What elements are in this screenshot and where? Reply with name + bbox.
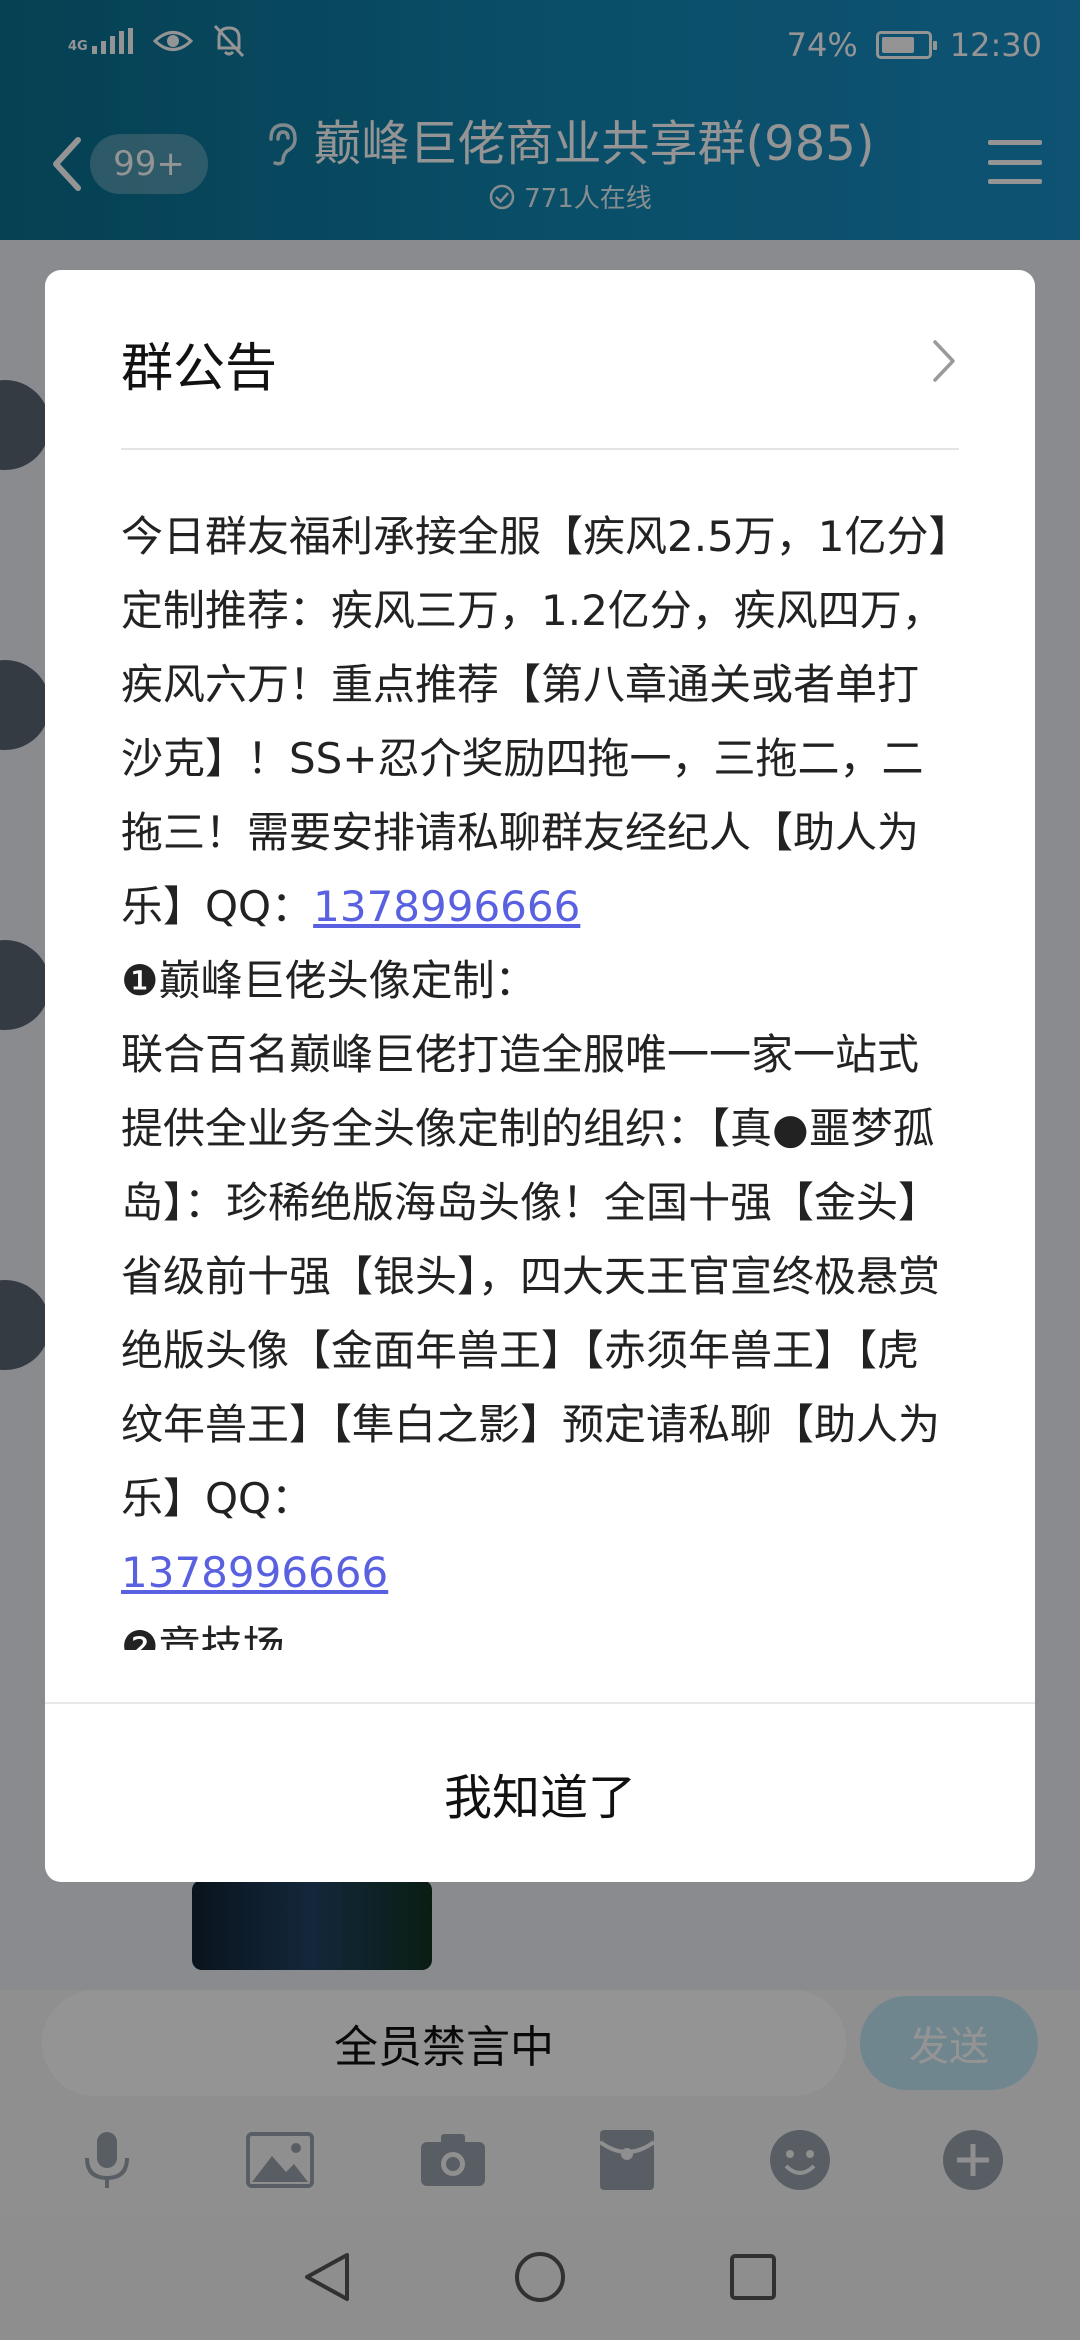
- announcement-paragraph: 联合百名巅峰巨佬打造全服唯一一家一站式提供全业务全头像定制的组织：【真●噩梦孤岛…: [121, 1030, 941, 1597]
- announcement-paragraph: 今日群友福利承接全服【疾风2.5万，1亿分】定制推荐：疾风三万，1.2亿分，疾风…: [121, 512, 950, 931]
- qq-link[interactable]: 1378996666: [313, 882, 580, 931]
- announcement-dialog: 群公告 今日群友福利承接全服【疾风2.5万，1亿分】定制推荐：疾风三万，1.2亿…: [45, 270, 1035, 1882]
- chevron-right-icon[interactable]: [929, 338, 959, 384]
- dialog-header[interactable]: 群公告: [121, 270, 959, 450]
- qq-link[interactable]: 1378996666: [121, 1548, 388, 1597]
- announcement-paragraph: ❷竞技场: [121, 1622, 285, 1650]
- announcement-paragraph: ❶巅峰巨佬头像定制：: [121, 956, 537, 1005]
- announcement-body: 今日群友福利承接全服【疾风2.5万，1亿分】定制推荐：疾风三万，1.2亿分，疾风…: [121, 500, 959, 1650]
- dialog-title: 群公告: [121, 339, 278, 399]
- confirm-button[interactable]: 我知道了: [45, 1702, 1035, 1882]
